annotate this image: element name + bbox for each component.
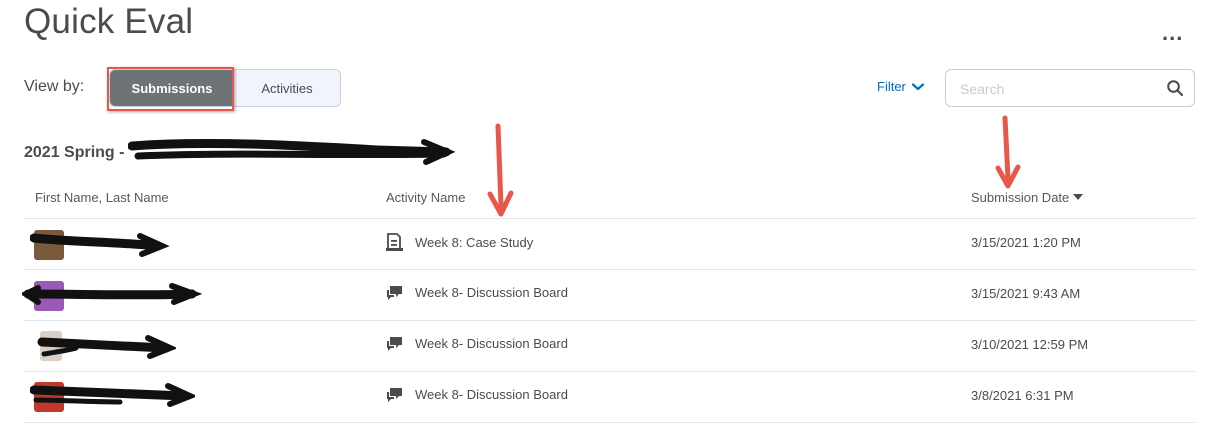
redaction-scribble <box>128 138 456 165</box>
header-divider <box>24 218 1195 219</box>
row-divider <box>24 371 1195 372</box>
activity-link[interactable]: Week 8: Case Study <box>386 233 533 251</box>
discussion-icon <box>387 286 402 300</box>
more-options-button[interactable]: ... <box>1162 20 1183 46</box>
row-divider <box>24 422 1195 423</box>
filter-label: Filter <box>877 79 906 94</box>
submissions-toggle-button[interactable]: Submissions <box>110 70 234 106</box>
column-header-name[interactable]: First Name, Last Name <box>35 190 169 205</box>
sort-desc-icon <box>1073 194 1084 200</box>
annotation-arrow-down <box>487 123 514 217</box>
annotation-arrow-down <box>995 115 1021 189</box>
search-icon[interactable] <box>1166 79 1184 97</box>
redaction-scribble <box>22 283 202 305</box>
course-title: 2021 Spring - <box>24 144 125 161</box>
activity-link[interactable]: Week 8- Discussion Board <box>386 386 568 403</box>
activity-name: Week 8- Discussion Board <box>415 285 568 300</box>
submission-date: 3/8/2021 6:31 PM <box>971 388 1074 403</box>
assignment-icon <box>386 233 403 251</box>
column-header-submission-date[interactable]: Submission Date <box>971 190 1084 205</box>
view-by-toggle: Submissions Activities <box>109 69 341 107</box>
discussion-icon <box>387 388 402 402</box>
filter-button[interactable]: Filter <box>877 79 924 94</box>
row-divider <box>24 320 1195 321</box>
discussion-icon <box>387 337 402 351</box>
submission-date: 3/15/2021 1:20 PM <box>971 235 1081 250</box>
activities-toggle-button[interactable]: Activities <box>234 70 340 106</box>
submission-date: 3/10/2021 12:59 PM <box>971 337 1089 352</box>
activity-name: Week 8: Case Study <box>415 234 534 250</box>
row-divider <box>24 269 1195 270</box>
view-by-label: View by: <box>24 78 85 95</box>
activity-name: Week 8- Discussion Board <box>415 336 568 351</box>
submission-date-label: Submission Date <box>971 190 1070 205</box>
activity-name: Week 8- Discussion Board <box>415 387 568 402</box>
chevron-down-icon <box>911 82 924 90</box>
redaction-scribble <box>30 383 195 407</box>
redaction-scribble <box>30 233 170 257</box>
activity-link[interactable]: Week 8- Discussion Board <box>386 335 568 352</box>
activity-link[interactable]: Week 8- Discussion Board <box>386 284 568 301</box>
submission-date: 3/15/2021 9:43 AM <box>971 286 1081 301</box>
column-header-activity[interactable]: Activity Name <box>386 190 465 205</box>
redaction-scribble <box>37 335 176 359</box>
search-box <box>945 69 1195 107</box>
page-title: Quick Eval <box>24 2 194 41</box>
search-input[interactable] <box>958 78 1162 100</box>
